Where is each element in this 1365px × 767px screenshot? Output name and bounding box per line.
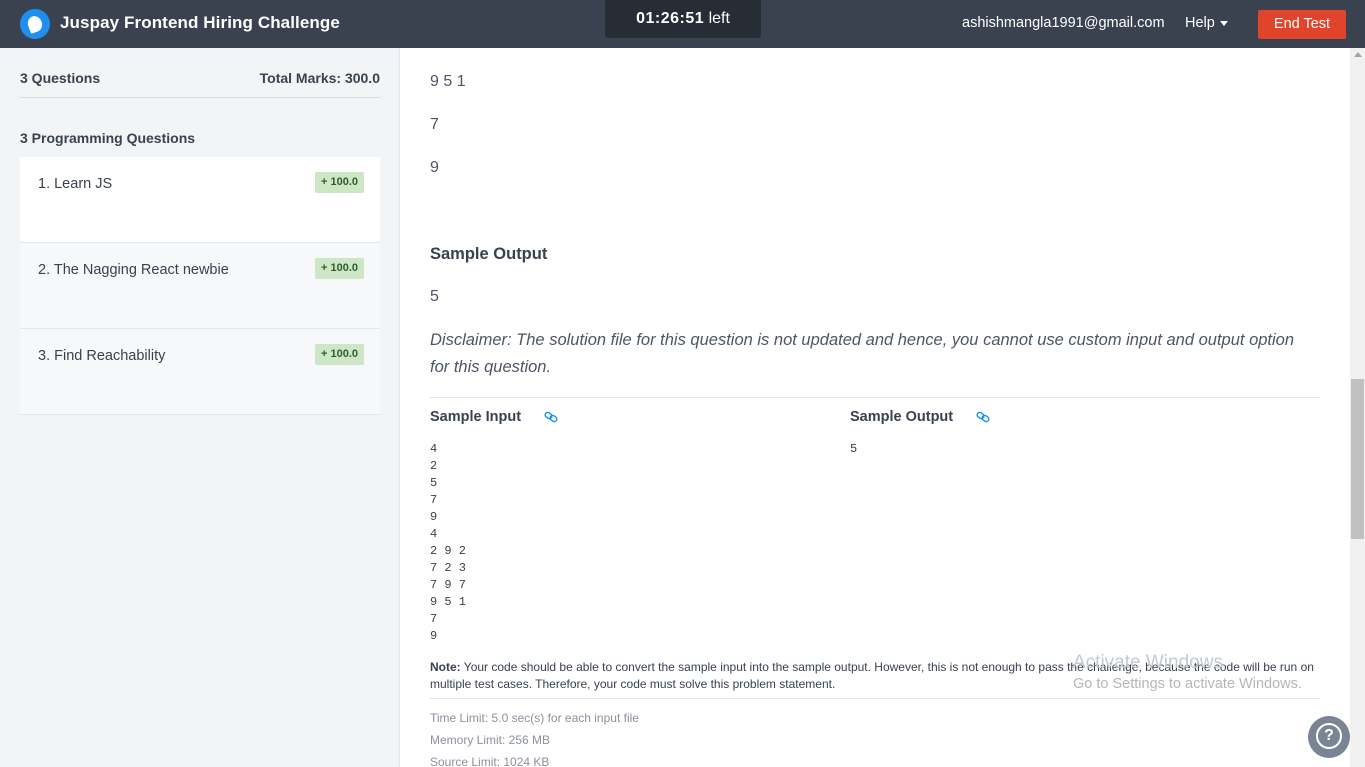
app-title: Juspay Frontend Hiring Challenge — [60, 13, 340, 32]
timer-suffix: left — [708, 10, 730, 27]
sample-input-block: 4 2 5 7 9 4 2 9 2 7 2 3 7 9 7 9 5 1 7 9 — [430, 442, 467, 643]
countdown-timer: 01:26:51 left — [605, 0, 761, 38]
activate-windows-subtext: Go to Settings to activate Windows. — [1073, 676, 1302, 692]
memory-limit: Memory Limit: 256 MB — [430, 733, 551, 747]
end-test-button[interactable]: End Test — [1258, 10, 1346, 39]
sample-input-link-icon[interactable] — [544, 411, 558, 423]
sample-output-block: 5 — [850, 442, 858, 456]
help-menu[interactable]: Help — [1185, 15, 1228, 31]
input-line: 9 — [430, 159, 439, 176]
marks-badge: + 100.0 — [314, 258, 364, 279]
marks-badge: + 100.0 — [314, 344, 364, 365]
question-item-learn-js[interactable]: 1. Learn JS + 100.0 — [20, 157, 380, 243]
activate-windows-watermark: Activate Windows — [1073, 652, 1223, 673]
help-question-icon[interactable] — [1308, 716, 1350, 758]
user-email: ashishmangla1991@gmail.com — [962, 15, 1165, 31]
questions-summary: 3 Questions Total Marks: 300.0 — [20, 70, 380, 86]
sample-output-link-icon[interactable] — [976, 411, 990, 423]
question-sidebar: 3 Questions Total Marks: 300.0 3 Program… — [0, 48, 400, 767]
divider — [430, 397, 1320, 398]
sample-output-value: 5 — [430, 288, 439, 305]
question-item-nagging-react-newbie[interactable]: 2. The Nagging React newbie + 100.0 — [20, 243, 380, 329]
divider — [20, 97, 380, 98]
section-title: 3 Programming Questions — [20, 130, 196, 146]
caret-down-icon — [1219, 20, 1228, 26]
source-limit: Source Limit: 1024 KB — [430, 755, 550, 767]
time-limit: Time Limit: 5.0 sec(s) for each input fi… — [430, 711, 639, 725]
question-label: 1. Learn JS — [38, 176, 113, 192]
timer-value: 01:26:51 — [636, 10, 705, 27]
divider — [430, 698, 1320, 699]
top-bar: Juspay Frontend Hiring Challenge 01:26:5… — [0, 0, 1365, 48]
total-marks: Total Marks: 300.0 — [259, 70, 380, 86]
sample-output-label: Sample Output — [850, 409, 954, 425]
question-label: 2. The Nagging React newbie — [38, 262, 229, 278]
disclaimer-text: Disclaimer: The solution file for this q… — [430, 331, 1295, 376]
sample-input-label: Sample Input — [430, 409, 522, 425]
input-line: 9 5 1 — [430, 73, 466, 90]
note-label: Note: — [430, 660, 461, 674]
question-list: 1. Learn JS + 100.0 2. The Nagging React… — [20, 157, 380, 415]
help-label: Help — [1185, 15, 1215, 31]
marks-badge: + 100.0 — [314, 172, 364, 193]
questions-count: 3 Questions — [20, 70, 101, 86]
question-item-find-reachability[interactable]: 3. Find Reachability + 100.0 — [20, 329, 380, 415]
juspay-logo-icon — [20, 9, 50, 39]
sample-output-heading: Sample Output — [430, 245, 548, 263]
input-line: 7 — [430, 116, 439, 133]
scrollbar-thumb[interactable] — [1351, 379, 1364, 539]
question-label: 3. Find Reachability — [38, 348, 166, 364]
scroll-up-arrow-icon[interactable] — [1354, 52, 1362, 57]
